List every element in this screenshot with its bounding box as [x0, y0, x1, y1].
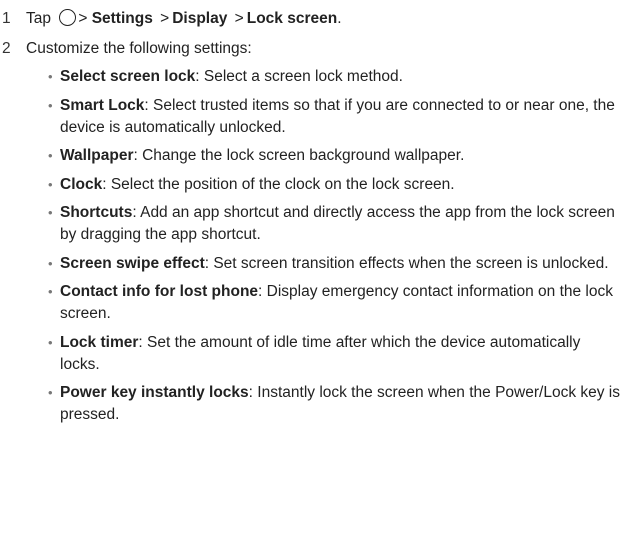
bullet: • — [48, 97, 53, 113]
list-item: • Contact info for lost phone: Display em… — [0, 281, 638, 325]
step-2: 2 Customize the following settings: — [0, 37, 638, 60]
setting-term: Screen swipe effect — [60, 254, 205, 272]
setting-desc: : Set screen transition effects when the… — [204, 254, 609, 272]
setting-term: Power key instantly locks — [60, 384, 249, 401]
list-item: • Lock timer: Set the amount of idle time… — [0, 332, 638, 376]
setting-desc: : Set the amount of idle time after whic… — [60, 333, 581, 373]
setting-term: Shortcuts — [60, 204, 133, 221]
settings-list: • Select screen lock: Select a screen loc… — [0, 66, 638, 426]
list-item: • Screen swipe effect: Set screen transit… — [0, 253, 638, 275]
list-item: • Power key instantly locks: Instantly lo… — [0, 382, 638, 426]
list-item: • Clock: Select the position of the clock… — [0, 174, 638, 196]
home-circle-icon — [59, 9, 77, 26]
step-2-text: Customize the following settings: — [26, 40, 252, 57]
path-lock-screen: Lock screen — [246, 10, 338, 27]
bullet: • — [48, 334, 53, 350]
step-1: 1 Tap > Settings > Display > Lock screen. — [0, 7, 638, 30]
bullet: • — [48, 284, 53, 299]
path-separator: > — [78, 10, 88, 27]
path-separator: > — [234, 10, 244, 27]
bullet: • — [48, 205, 53, 220]
setting-term: Contact info for lost phone — [60, 283, 259, 300]
list-item: • Wallpaper: Change the lock screen backg… — [0, 145, 638, 167]
bullet: • — [48, 385, 53, 400]
setting-desc: : Change the lock screen background wall… — [133, 147, 465, 164]
bullet: • — [48, 69, 53, 84]
bullet: • — [48, 255, 53, 271]
setting-desc: : Add an app shortcut and directly acces… — [60, 204, 615, 243]
list-item: • Shortcuts: Add an app shortcut and dire… — [0, 202, 638, 246]
setting-term: Lock timer — [60, 333, 139, 351]
setting-term: Smart Lock — [60, 96, 145, 114]
setting-desc: : Select the position of the clock on th… — [102, 175, 455, 193]
bullet: • — [48, 176, 53, 192]
setting-term: Select screen lock — [60, 68, 196, 85]
bullet: • — [48, 148, 53, 163]
setting-term: Clock — [60, 175, 103, 193]
path-settings: Settings — [91, 10, 153, 27]
setting-desc: : Select a screen lock method. — [195, 68, 403, 85]
step-1-prefix: Tap — [26, 10, 51, 27]
step-number: 1 — [2, 10, 11, 27]
setting-term: Wallpaper — [60, 147, 134, 164]
path-display: Display — [172, 10, 228, 27]
path-separator: > — [160, 10, 170, 27]
list-item: • Smart Lock: Select trusted items so tha… — [0, 95, 638, 139]
step-number: 2 — [2, 40, 11, 57]
list-item: • Select screen lock: Select a screen loc… — [0, 66, 638, 88]
setting-desc: : Select trusted items so that if you ar… — [60, 96, 615, 136]
step-1-end: . — [337, 10, 342, 27]
document-page: 1 Tap > Settings > Display > Lock screen. … — [0, 0, 638, 542]
